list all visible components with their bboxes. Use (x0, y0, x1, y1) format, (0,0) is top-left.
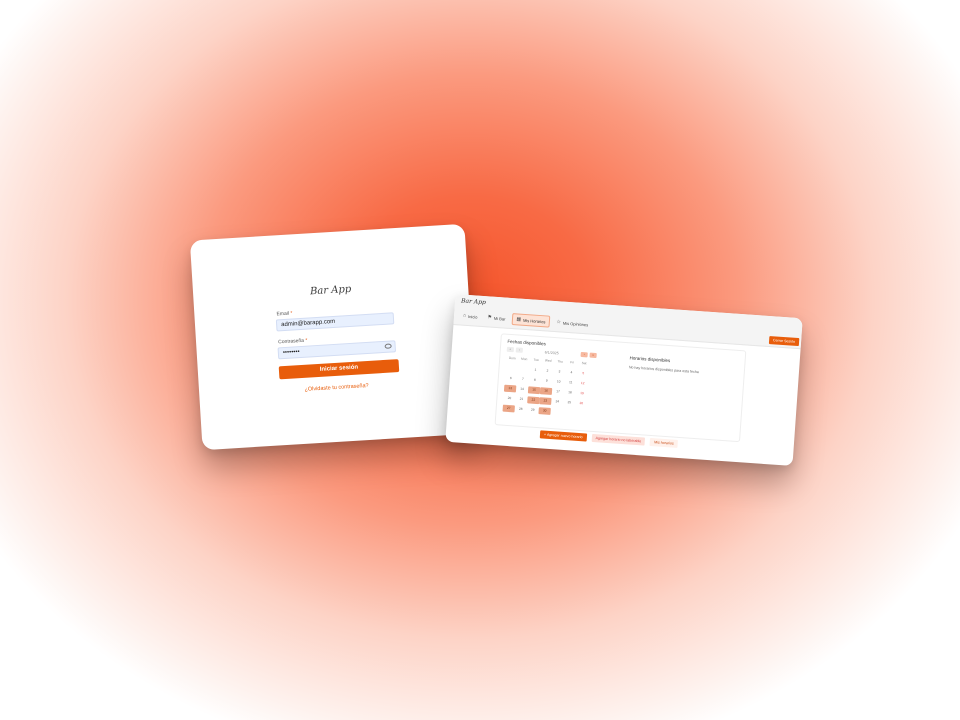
no-hours-text: No hay horarios disponibles para esta fe… (628, 365, 699, 375)
next-year-button[interactable]: » (589, 352, 597, 359)
calendar-day[interactable]: 20 (503, 395, 515, 403)
calendar-day[interactable]: 15 (527, 386, 541, 395)
logout-button[interactable]: Cerrar Sesión (768, 336, 800, 347)
calendar-grid: Dom Mon Tue Wed Thu Fri Sat 1 2 3 4 5 6 7 8 9 10 11 12 13 14… (502, 355, 596, 418)
calendar-empty-cell (517, 366, 529, 374)
prev-year-button[interactable]: « (506, 346, 515, 353)
calendar-day[interactable]: 25 (563, 399, 575, 407)
calendar-day[interactable]: 9 (541, 377, 553, 385)
calendar-day[interactable]: 22 (527, 396, 540, 405)
calendar-day[interactable]: 19 (576, 390, 588, 398)
calendar-empty-cell (505, 365, 517, 373)
weekday-label: Wed (544, 358, 552, 363)
password-label: Contraseña * (278, 337, 308, 346)
weekday-label: Thu (557, 359, 564, 364)
calendar-day[interactable]: 1 (529, 366, 541, 374)
calendar-day[interactable]: 6 (505, 375, 517, 383)
nav-item-mi-bar[interactable]: ⚑ Mi Bar (484, 311, 509, 325)
add-unavailable-button[interactable]: Agregar horario no laborable (591, 433, 646, 446)
schedule-dashboard-card: Bar App ⌂ Inicio ⚑ Mi Bar ▦ Mis Horarios… (445, 294, 803, 466)
prev-month-button[interactable]: ‹ (515, 347, 523, 353)
calendar-day[interactable]: 7 (517, 376, 529, 384)
star-icon: ☆ (556, 319, 562, 326)
calendar-empty-cell (562, 409, 574, 417)
home-icon: ⌂ (462, 312, 467, 319)
login-card: Bar App Email * admin@barapp.com Contras… (189, 223, 478, 451)
password-value: •••••••• (282, 349, 300, 357)
nav-item-mis-horarios[interactable]: ▦ Mis Horarios (511, 313, 550, 328)
app-logo: Bar App (460, 297, 487, 307)
calendar-icon: ▦ (516, 316, 522, 323)
calendar-day[interactable]: 13 (503, 384, 517, 393)
calendar-day[interactable]: 17 (552, 388, 564, 396)
background: { "login": { "logo": "Bar App", "email_l… (0, 0, 960, 720)
calendar-day[interactable]: 8 (529, 376, 541, 384)
nav-item-inicio[interactable]: ⌂ Inicio (460, 309, 481, 322)
calendar-day[interactable]: 26 (575, 400, 587, 408)
calendar-day[interactable]: 18 (564, 389, 576, 397)
calendar-day[interactable]: 5 (577, 370, 589, 378)
calendar-day[interactable]: 29 (526, 406, 538, 414)
nav-label: Mis Horarios (522, 317, 546, 324)
calendar-empty-cell (550, 408, 562, 416)
email-label: Email * (276, 310, 293, 318)
month-label: 6/1/2025 (544, 349, 559, 355)
schedule-panel: Fechas disponibles « ‹ 6/1/2025 › » Dom M… (494, 333, 747, 443)
calendar-day[interactable]: 28 (514, 405, 526, 413)
login-button[interactable]: Iniciar sesión (278, 359, 400, 380)
app-logo: Bar App (309, 283, 352, 298)
calendar-day[interactable]: 12 (576, 380, 588, 388)
email-field[interactable]: admin@barapp.com (275, 312, 395, 332)
weekday-label: Sat (581, 361, 587, 366)
my-hours-button[interactable]: Mis horarios (649, 437, 678, 448)
calendar-day[interactable]: 30 (538, 407, 551, 415)
calendar-day[interactable]: 10 (552, 378, 564, 386)
nav-label: Inicio (467, 313, 478, 320)
next-month-button[interactable]: › (580, 351, 588, 358)
weekday-label: Mon (520, 356, 528, 362)
calendar-day[interactable]: 3 (553, 368, 565, 376)
eye-icon[interactable] (384, 343, 392, 349)
calendar-empty-cell (574, 410, 586, 418)
calendar-day[interactable]: 23 (539, 397, 552, 405)
main-nav: ⌂ Inicio ⚑ Mi Bar ▦ Mis Horarios ☆ Mis O… (460, 309, 592, 330)
flag-icon: ⚑ (487, 314, 493, 321)
calendar-day[interactable]: 21 (515, 395, 527, 403)
calendar-day[interactable]: 24 (551, 398, 563, 406)
nav-label: Mis Opiniones (562, 320, 589, 327)
dates-title: Fechas disponibles (507, 338, 547, 347)
weekday-label: Tue (533, 357, 540, 363)
nav-label: Mi Bar (493, 315, 506, 322)
weekday-label: Dom (508, 355, 516, 361)
forgot-password-link[interactable]: ¿Olvidaste tu contraseña? (199, 377, 474, 400)
nav-item-mis-opiniones[interactable]: ☆ Mis Opiniones (553, 316, 592, 331)
calendar-day[interactable]: 11 (564, 379, 576, 387)
weekday-label: Fri (570, 360, 575, 365)
email-value: admin@barapp.com (280, 318, 336, 329)
calendar-day[interactable]: 4 (565, 369, 577, 377)
add-schedule-button[interactable]: + Agregar nuevo horario (539, 430, 587, 442)
hours-title: Horarios disponibles (629, 355, 671, 364)
calendar-day[interactable]: 27 (502, 404, 515, 413)
date-calendar: « ‹ 6/1/2025 › » Dom Mon Tue Wed Thu Fri Sat 1 2… (502, 346, 597, 418)
calendar-day[interactable]: 14 (516, 386, 528, 394)
calendar-day[interactable]: 16 (539, 387, 553, 395)
calendar-day[interactable]: 2 (541, 367, 553, 375)
